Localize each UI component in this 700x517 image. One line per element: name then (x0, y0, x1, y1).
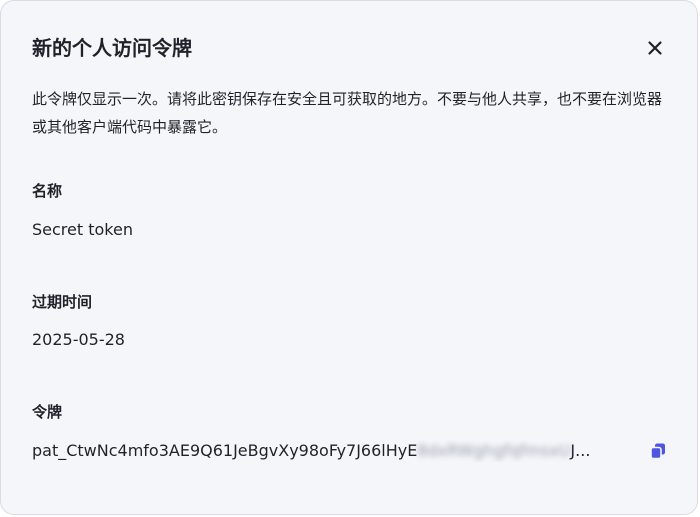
token-obscured-part: 8dxRWghgfqfmsxU (417, 441, 571, 460)
close-button[interactable] (641, 34, 669, 62)
expiry-label: 过期时间 (32, 293, 93, 311)
token-value[interactable]: pat_CtwNc4mfo3AE9Q61JeBgvXy98oFy7J66lHyE… (32, 440, 636, 462)
token-row: pat_CtwNc4mfo3AE9Q61JeBgvXy98oFy7J66lHyE… (32, 439, 672, 463)
dialog-description: 此令牌仅显示一次。请将此密钥保存在安全且可获取的地方。不要与他人共享，也不要在浏… (32, 90, 663, 136)
token-ellipsis: J... (570, 441, 591, 460)
token-label: 令牌 (32, 403, 63, 421)
dialog-title: 新的个人访问令牌 (32, 36, 192, 60)
close-icon (648, 41, 662, 55)
token-visible-part: pat_CtwNc4mfo3AE9Q61JeBgvXy98oFy7J66lHyE (32, 441, 418, 460)
token-dialog: 新的个人访问令牌 此令牌仅显示一次。请将此密钥保存在安全且可获取的地方。不要与他… (0, 0, 698, 515)
name-value: Secret token (32, 220, 133, 239)
copy-icon (650, 443, 665, 460)
copy-token-button[interactable] (646, 439, 670, 463)
name-label: 名称 (32, 182, 63, 200)
expiry-value: 2025-05-28 (32, 330, 125, 349)
